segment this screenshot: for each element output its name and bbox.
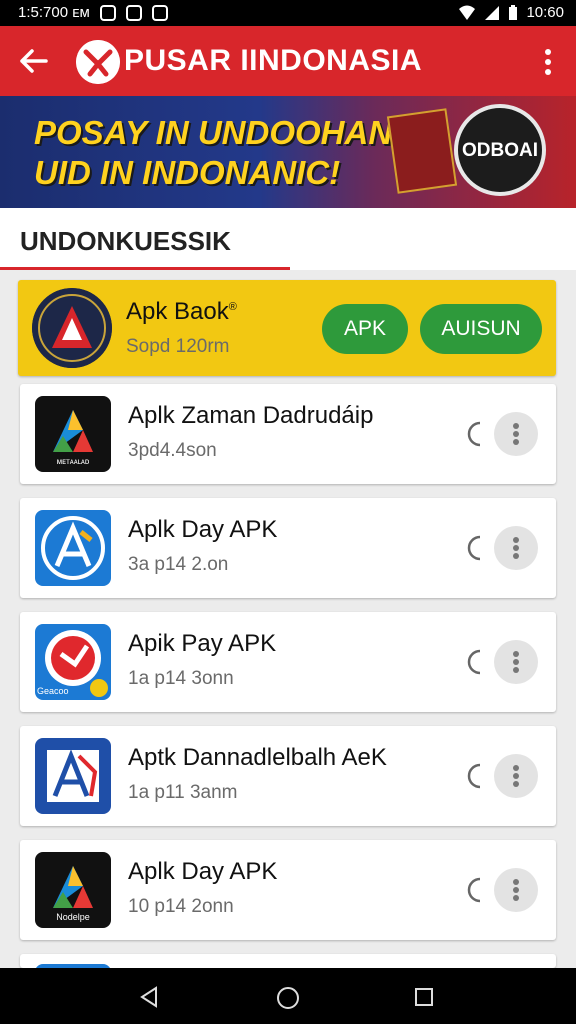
app-size: 1a p14 3onn bbox=[128, 668, 234, 689]
list-item[interactable]: Aptk Dannadlelbalh AeK 1a p11 3anm bbox=[20, 726, 556, 826]
item-menu-button[interactable] bbox=[494, 412, 538, 456]
loading-spinner-icon bbox=[467, 763, 481, 789]
list-item[interactable]: Geacoo Apik Pay APK 1a p14 3onn bbox=[20, 612, 556, 712]
item-menu-button[interactable] bbox=[494, 640, 538, 684]
more-options-icon[interactable] bbox=[540, 48, 556, 76]
app-bar: PUSAR IINDONASIA bbox=[0, 26, 576, 96]
back-nav-icon[interactable] bbox=[138, 986, 160, 1008]
home-nav-icon[interactable] bbox=[276, 986, 300, 1010]
item-menu-button[interactable] bbox=[494, 868, 538, 912]
loading-spinner-icon bbox=[467, 877, 481, 903]
list-item[interactable]: Nodelpe Aplk Day APK 10 p14 2onn bbox=[20, 840, 556, 940]
apk-button[interactable]: APK bbox=[322, 304, 408, 354]
notification-icon bbox=[99, 4, 116, 21]
app-size: 1a p11 3anm bbox=[128, 782, 238, 803]
status-bar: 1:5:700 ᴇᴍ 10:60 bbox=[0, 0, 576, 26]
loading-spinner-icon bbox=[467, 535, 481, 561]
banner-headline-2: UID IN INDONANIC! bbox=[34, 154, 341, 191]
list-item-partial[interactable] bbox=[20, 954, 556, 968]
featured-app-card[interactable]: Apk Baok® Sopd 120rm APK AUISUN bbox=[18, 280, 556, 376]
back-arrow-icon[interactable] bbox=[18, 46, 50, 76]
install-button[interactable]: AUISUN bbox=[420, 304, 542, 354]
section-header: UNDONKUESSIK bbox=[0, 208, 576, 270]
promo-banner[interactable]: POSAY IN UNDOOHAN UID IN INDONANIC! ODBO… bbox=[0, 96, 576, 208]
status-time-left: 1:5:700 ᴇᴍ bbox=[18, 4, 90, 21]
featured-app-size: Sopd 120rm bbox=[126, 336, 230, 357]
featured-app-name: Apk Baok® bbox=[126, 298, 237, 326]
app-icon-label: Geacoo bbox=[37, 686, 69, 696]
app-name: Aplk Day APK bbox=[128, 858, 278, 885]
store-icon bbox=[151, 4, 168, 21]
banner-badge: ODBOAI bbox=[454, 104, 546, 196]
section-underline bbox=[0, 267, 290, 270]
app-logo-icon bbox=[76, 40, 120, 84]
app-icon-label: Nodelpe bbox=[56, 912, 90, 922]
gallery-icon bbox=[125, 4, 142, 21]
app-size: 3a p14 2.on bbox=[128, 554, 229, 575]
item-menu-button[interactable] bbox=[494, 526, 538, 570]
app-icon: Geacoo bbox=[35, 624, 111, 700]
loading-spinner-icon bbox=[467, 421, 481, 447]
item-menu-button[interactable] bbox=[494, 754, 538, 798]
recents-nav-icon[interactable] bbox=[414, 987, 434, 1007]
app-name: Aplk Zaman Dadrudáip bbox=[128, 402, 374, 429]
loading-spinner-icon bbox=[467, 649, 481, 675]
status-time-right: 10:60 bbox=[526, 4, 564, 21]
app-icon-label: ᴍᴇᴛᴀᴀʟᴀᴅ bbox=[56, 457, 90, 466]
section-title: UNDONKUESSIK bbox=[20, 226, 231, 256]
battery-icon bbox=[509, 4, 518, 20]
wifi-icon bbox=[459, 5, 476, 20]
app-icon bbox=[35, 738, 111, 814]
app-title: PUSAR IINDONASIA bbox=[124, 44, 423, 77]
banner-headline-1: POSAY IN UNDOOHAN bbox=[34, 114, 393, 151]
app-size: 10 p14 2onn bbox=[128, 896, 234, 917]
list-item[interactable]: Aplk Day APK 3a p14 2.on bbox=[20, 498, 556, 598]
app-icon bbox=[35, 510, 111, 586]
app-name: Apik Pay APK bbox=[128, 630, 277, 657]
gift-box-image bbox=[386, 108, 458, 194]
list-item[interactable]: ᴍᴇᴛᴀᴀʟᴀᴅ Aplk Zaman Dadrudáip 3pd4.4son bbox=[20, 384, 556, 484]
navigation-bar bbox=[0, 968, 576, 1024]
app-icon-graphic bbox=[47, 749, 99, 802]
featured-app-icon bbox=[32, 288, 112, 368]
banner-badge-text: ODBOAI bbox=[462, 140, 538, 161]
signal-icon bbox=[485, 5, 500, 20]
app-size: 3pd4.4son bbox=[128, 440, 217, 461]
app-name: Aptk Dannadlelbalh AeK bbox=[128, 744, 387, 771]
app-icon: Nodelpe bbox=[35, 852, 111, 928]
app-name: Aplk Day APK bbox=[128, 516, 278, 543]
registered-mark: ® bbox=[228, 301, 237, 313]
app-icon-graphic bbox=[41, 516, 105, 580]
app-icon: ᴍᴇᴛᴀᴀʟᴀᴅ bbox=[35, 396, 111, 472]
featured-app-name-text: Apk Baok bbox=[126, 298, 229, 325]
